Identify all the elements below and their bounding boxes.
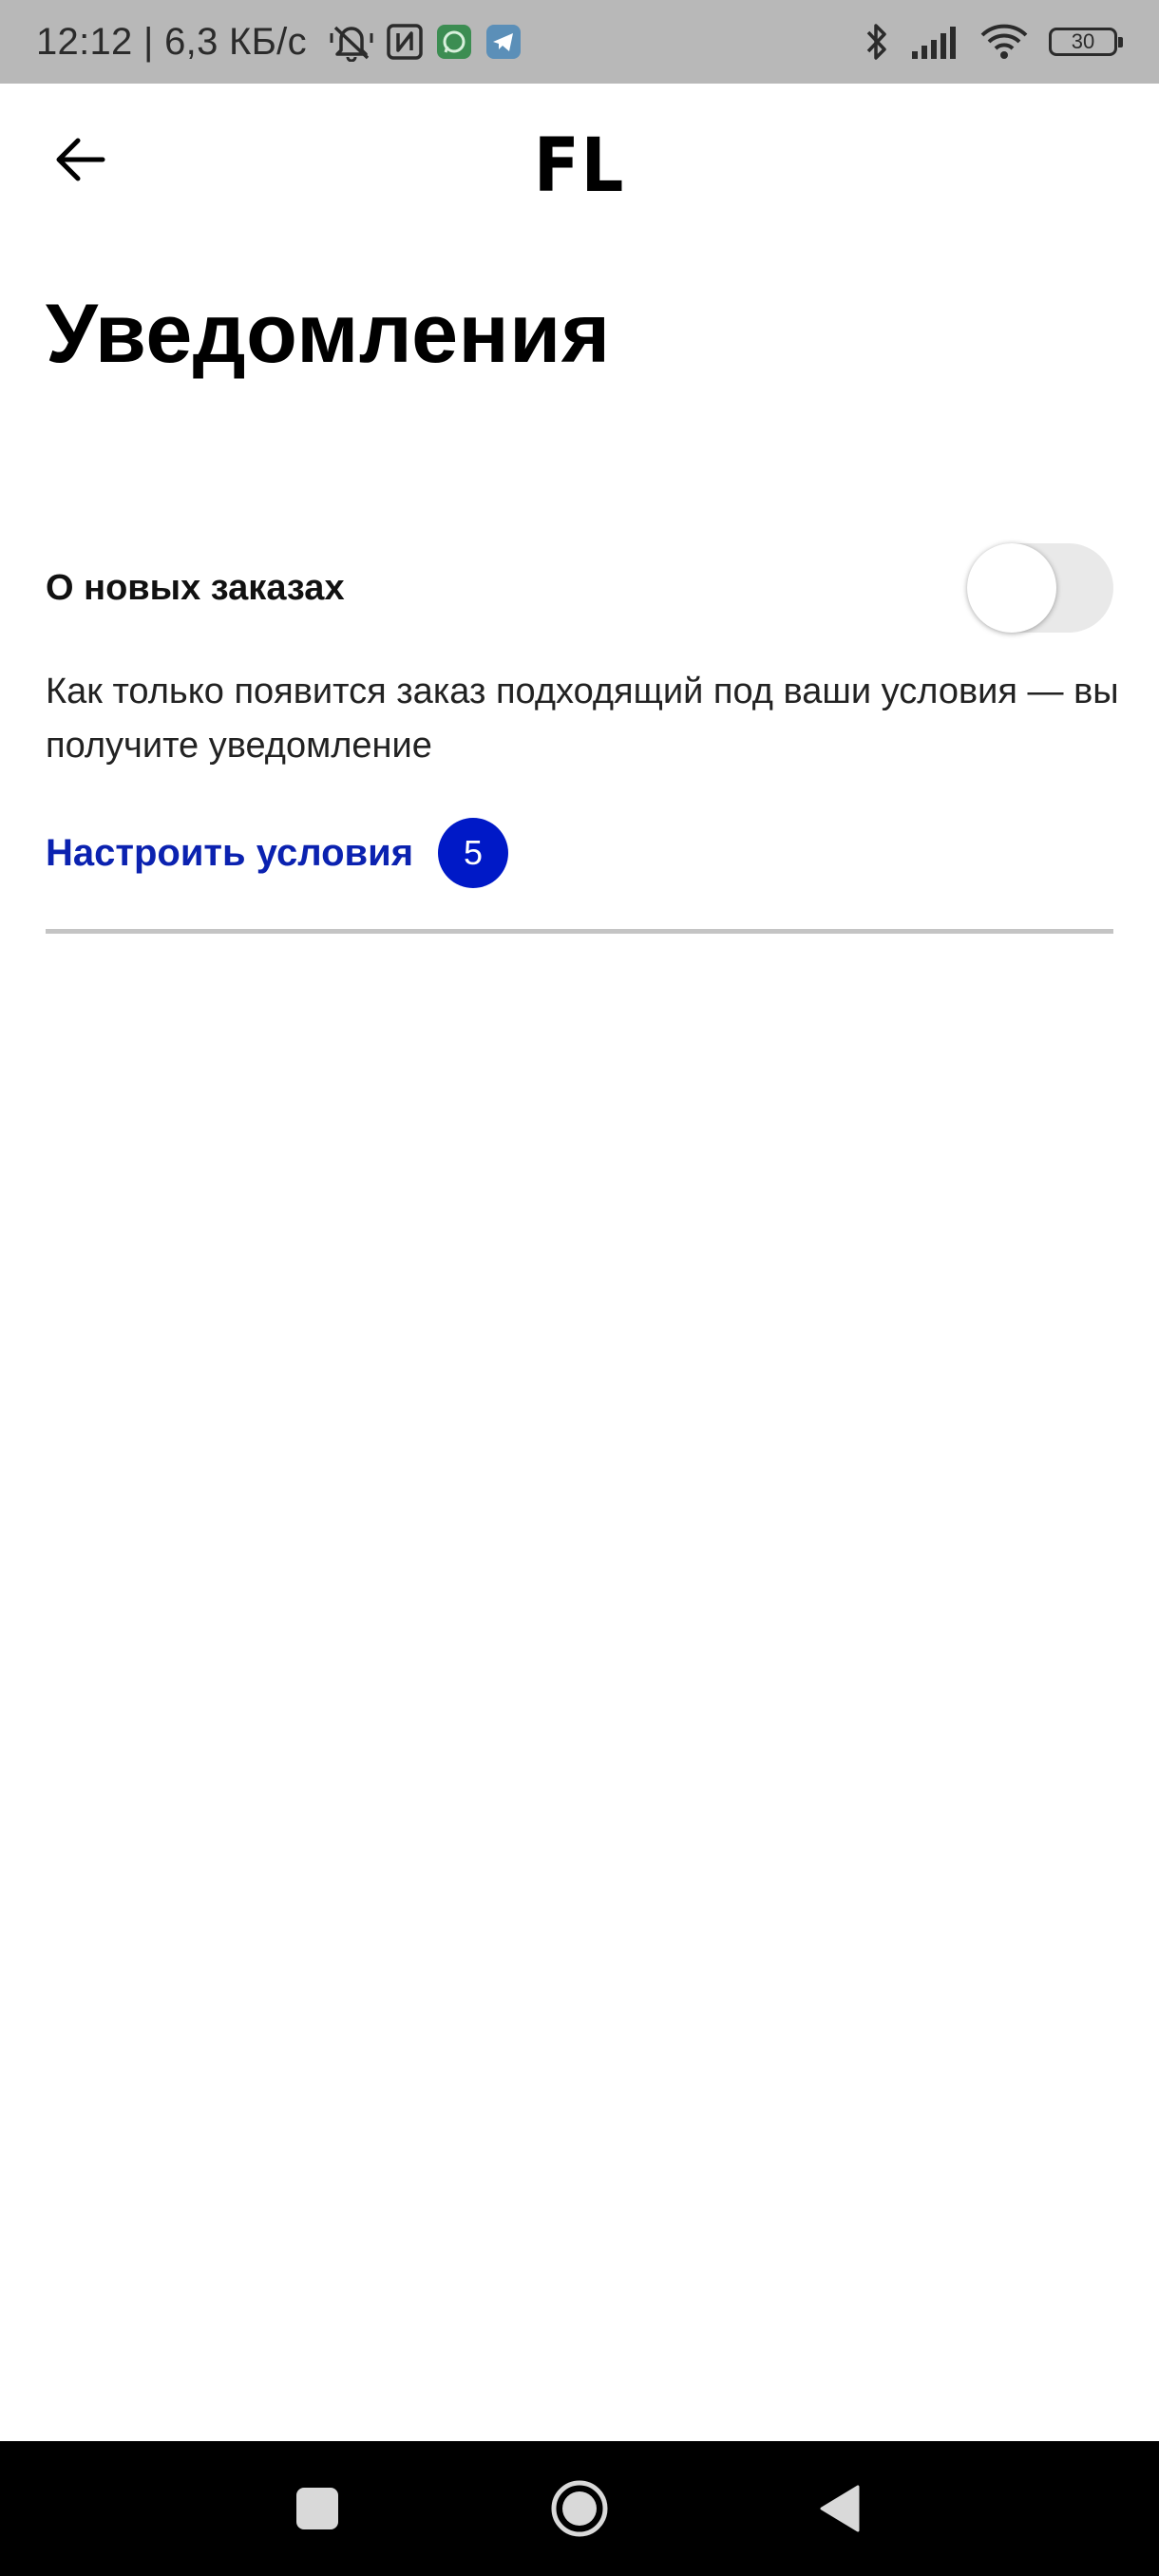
toggle-knob — [967, 543, 1056, 633]
screen: 12:12 | 6,3 КБ/с 30 FL Уведомления О нов… — [0, 0, 1159, 2576]
bluetooth-icon — [864, 21, 889, 63]
app-bar: FL — [0, 84, 1159, 245]
nfc-icon — [387, 24, 423, 60]
home-button[interactable] — [522, 2441, 636, 2576]
system-nav-bar — [0, 2441, 1159, 2576]
telegram-icon — [485, 24, 522, 60]
recents-button[interactable] — [260, 2441, 374, 2576]
new-orders-toggle[interactable] — [967, 543, 1113, 633]
mute-icon — [330, 22, 373, 62]
status-icons-left — [316, 22, 522, 62]
battery-level: 30 — [1071, 29, 1095, 53]
conditions-count-badge: 5 — [438, 818, 509, 888]
status-right: 30 — [844, 0, 1123, 84]
page-title: Уведомления — [46, 286, 611, 380]
whatsapp-icon — [436, 24, 472, 60]
battery-icon: 30 — [1049, 28, 1123, 56]
recents-icon — [296, 2488, 338, 2529]
new-orders-label: О новых заказах — [46, 568, 345, 608]
new-orders-description: Как только появится заказ подходящий под… — [46, 672, 1119, 766]
configure-conditions-link[interactable]: Настроить условия — [46, 832, 413, 875]
new-orders-setting-row: О новых заказах — [46, 532, 1113, 646]
status-left: 12:12 | 6,3 КБ/с — [36, 0, 522, 84]
app-logo: FL — [533, 123, 626, 209]
home-icon — [551, 2480, 608, 2537]
divider — [46, 929, 1113, 934]
status-bar: 12:12 | 6,3 КБ/с 30 — [0, 0, 1159, 84]
configure-conditions-row: Настроить условия 5 — [46, 815, 509, 891]
wifi-icon — [980, 24, 1028, 60]
system-back-button[interactable] — [783, 2441, 897, 2576]
status-time-speed: 12:12 | 6,3 КБ/с — [36, 20, 307, 63]
back-triangle-icon — [820, 2485, 860, 2532]
signal-icon — [910, 25, 960, 59]
